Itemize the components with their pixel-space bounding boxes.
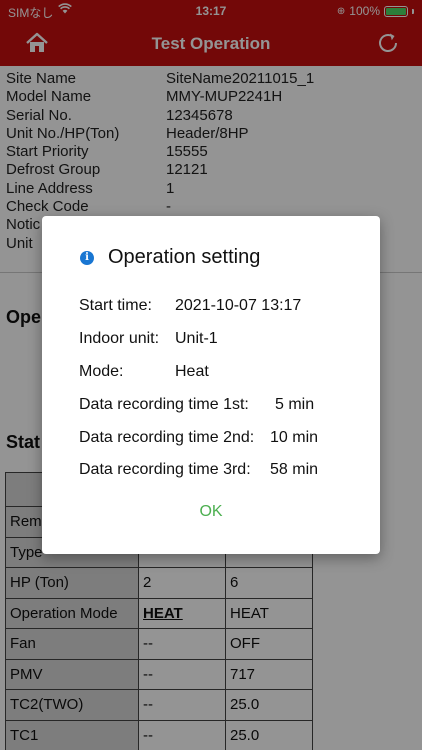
recording-time-2nd-label: Data recording time 2nd:	[79, 428, 255, 446]
start-time-label: Start time:	[79, 297, 152, 315]
recording-time-1st-value: 5 min	[275, 395, 315, 413]
indoor-unit-value: Unit-1	[175, 330, 218, 348]
recording-time-2nd-row: Data recording time 2nd: 10 min	[79, 421, 318, 454]
info-icon: i	[80, 250, 94, 265]
indoor-unit-row: Indoor unit: Unit-1	[79, 323, 318, 356]
recording-time-2nd-value: 10 min	[270, 428, 319, 446]
dialog-title: Operation setting	[108, 246, 261, 268]
start-time-value: 2021-10-07 13:17	[175, 297, 302, 315]
recording-time-3rd-label: Data recording time 3rd:	[79, 461, 251, 479]
mode-label: Mode:	[79, 362, 124, 380]
dialog-body: Start time: 2021-10-07 13:17 Indoor unit…	[79, 290, 318, 487]
ok-button[interactable]: OK	[42, 503, 380, 521]
recording-time-1st-row: Data recording time 1st: 5 min	[79, 388, 318, 421]
recording-time-3rd-value: 58 min	[270, 461, 319, 479]
recording-time-3rd-row: Data recording time 3rd: 58 min	[79, 454, 318, 487]
recording-time-1st-label: Data recording time 1st:	[79, 395, 249, 413]
indoor-unit-label: Indoor unit:	[79, 330, 160, 348]
dialog-header: i Operation setting	[80, 246, 260, 269]
mode-row: Mode: Heat	[79, 356, 318, 389]
start-time-row: Start time: 2021-10-07 13:17	[79, 290, 318, 323]
operation-setting-dialog: i Operation setting Start time: 2021-10-…	[42, 216, 380, 554]
mode-value: Heat	[175, 362, 209, 380]
